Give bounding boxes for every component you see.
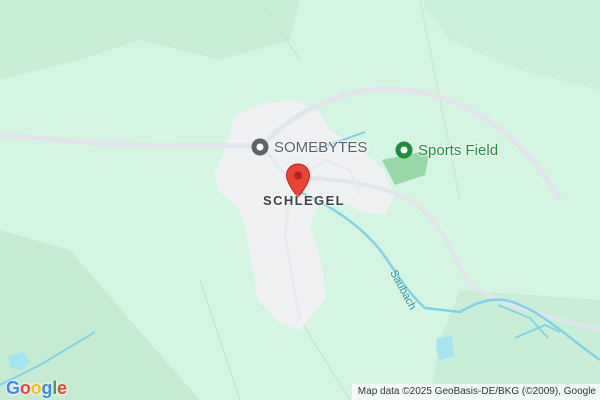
- poi-label-somebytes[interactable]: SOMEBYTES: [274, 139, 367, 156]
- business-poi-icon[interactable]: [251, 138, 269, 156]
- forest-area: [0, 230, 200, 400]
- park-poi-icon[interactable]: [395, 141, 413, 159]
- builtup-area: [215, 100, 395, 330]
- town-label: SCHLEGEL: [263, 193, 345, 208]
- logo-letter: G: [6, 378, 20, 398]
- logo-letter: g: [41, 378, 53, 398]
- logo-letter: e: [57, 378, 67, 398]
- forest-area: [420, 0, 600, 90]
- main-road: [0, 132, 263, 149]
- minor-road: [299, 319, 351, 400]
- map-canvas[interactable]: SOMEBYTES Sports Field SCHLEGEL Saubach …: [0, 0, 600, 400]
- poi-label-sports-field[interactable]: Sports Field: [418, 142, 498, 159]
- google-logo[interactable]: Google: [6, 378, 67, 399]
- map-attribution[interactable]: Map data ©2025 GeoBasis-DE/BKG (©2009), …: [351, 384, 600, 400]
- logo-letter: o: [30, 378, 42, 398]
- minor-road: [199, 279, 241, 400]
- logo-letter: o: [19, 378, 31, 398]
- forest-area: [0, 0, 300, 80]
